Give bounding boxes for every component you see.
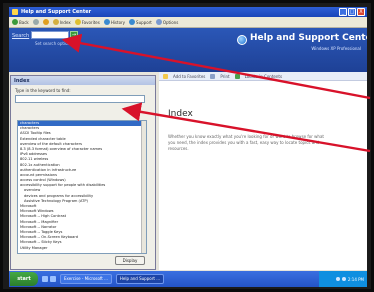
window-title-bar[interactable]: Help and Support Center _ □ X: [9, 7, 367, 17]
content-pane: Index Whether you know exactly what you'…: [159, 81, 367, 270]
toolbar-item-7[interactable]: Options: [155, 19, 179, 25]
content-body: Whether you know exactly what you're loo…: [168, 134, 324, 151]
home-icon: [42, 19, 49, 25]
start-button[interactable]: start: [10, 272, 38, 286]
system-tray: 2:14 PM: [319, 271, 367, 287]
index-list-scrollbar[interactable]: [141, 121, 146, 253]
keyword-label: Type in the keyword to find:: [15, 88, 71, 93]
search-options-link[interactable]: Set search options: [35, 41, 72, 46]
toolbar-item-label: Options: [162, 19, 179, 25]
monitor-bezel: Help and Support Center _ □ X Back Index F…: [3, 3, 371, 289]
toolbar-item-1[interactable]: [32, 19, 39, 25]
toolbar-item-label: Support: [136, 19, 152, 25]
minimize-button[interactable]: _: [339, 8, 347, 16]
search-label: Search: [12, 33, 30, 39]
toolbar-item-label: History: [110, 19, 126, 25]
content-title: Index: [168, 109, 193, 119]
close-button[interactable]: X: [357, 8, 365, 16]
brand-subtitle: Windows XP Professional: [311, 46, 361, 51]
toolbar-item-3[interactable]: Index: [52, 19, 71, 25]
toolbar-item-4[interactable]: Favorites: [74, 19, 100, 25]
toolbar-item-5[interactable]: History: [103, 19, 126, 25]
search-input[interactable]: [31, 31, 69, 39]
back-icon: [12, 19, 18, 25]
content-nav-strip: Add to Favorites Print Locate in Content…: [159, 72, 367, 81]
toolbar: Back Index Favorites History Support Options: [9, 17, 367, 28]
screen: Help and Support Center _ □ X Back Index F…: [9, 7, 367, 287]
help-center-logo-icon: [237, 35, 247, 45]
index-list[interactable]: characters characters ASCII Tooltip files E…: [17, 120, 147, 254]
clock: 2:14 PM: [347, 276, 364, 282]
window-controls: _ □ X: [339, 8, 365, 16]
toolbar-item-6[interactable]: Support: [129, 19, 152, 25]
search-go-button[interactable]: →: [70, 31, 78, 39]
toolbar-item-label: Back: [19, 19, 29, 25]
locate-link[interactable]: Locate in Contents: [245, 74, 282, 79]
print-icon[interactable]: [210, 73, 216, 79]
help-app-icon: [12, 9, 18, 15]
display-button[interactable]: Display: [115, 256, 145, 265]
window-title: Help and Support Center: [21, 9, 92, 15]
favorites-icon[interactable]: [163, 73, 168, 79]
toolbar-item-2[interactable]: [42, 19, 49, 25]
taskbar: start Exercise - Microsoft ... Help and …: [9, 271, 367, 287]
print-link[interactable]: Print: [220, 74, 229, 79]
favorites-icon: [74, 19, 81, 25]
locate-icon[interactable]: [234, 73, 240, 79]
toolbar-item-0[interactable]: Back: [12, 19, 29, 25]
index-pane: Index Type in the keyword to find: chara…: [10, 75, 156, 270]
desktop-icon[interactable]: [42, 276, 48, 282]
index-pane-title: Index: [11, 76, 155, 85]
keyword-input[interactable]: [15, 95, 145, 103]
index-list-item[interactable]: Utility Manager: [18, 246, 146, 251]
index-icon: [52, 19, 59, 25]
options-icon: [155, 19, 162, 25]
browser-icon[interactable]: [50, 276, 56, 282]
toolbar-item-label: Favorites: [81, 19, 100, 25]
maximize-button[interactable]: □: [348, 8, 356, 16]
add-to-favorites-link[interactable]: Add to Favorites: [173, 74, 205, 79]
taskbar-task[interactable]: Exercise - Microsoft ...: [60, 274, 112, 284]
quick-launch: [42, 276, 56, 282]
forward-icon: [32, 19, 39, 25]
support-icon: [129, 19, 136, 25]
header-band: Search → Set search options Help and Sup…: [9, 28, 367, 72]
taskbar-task-active[interactable]: Help and Support ...: [115, 274, 165, 284]
toolbar-item-label: Index: [59, 19, 71, 25]
brand-title: Help and Support Center: [250, 33, 367, 43]
history-icon: [103, 19, 110, 25]
network-icon[interactable]: [335, 277, 340, 281]
volume-icon[interactable]: [341, 277, 346, 281]
